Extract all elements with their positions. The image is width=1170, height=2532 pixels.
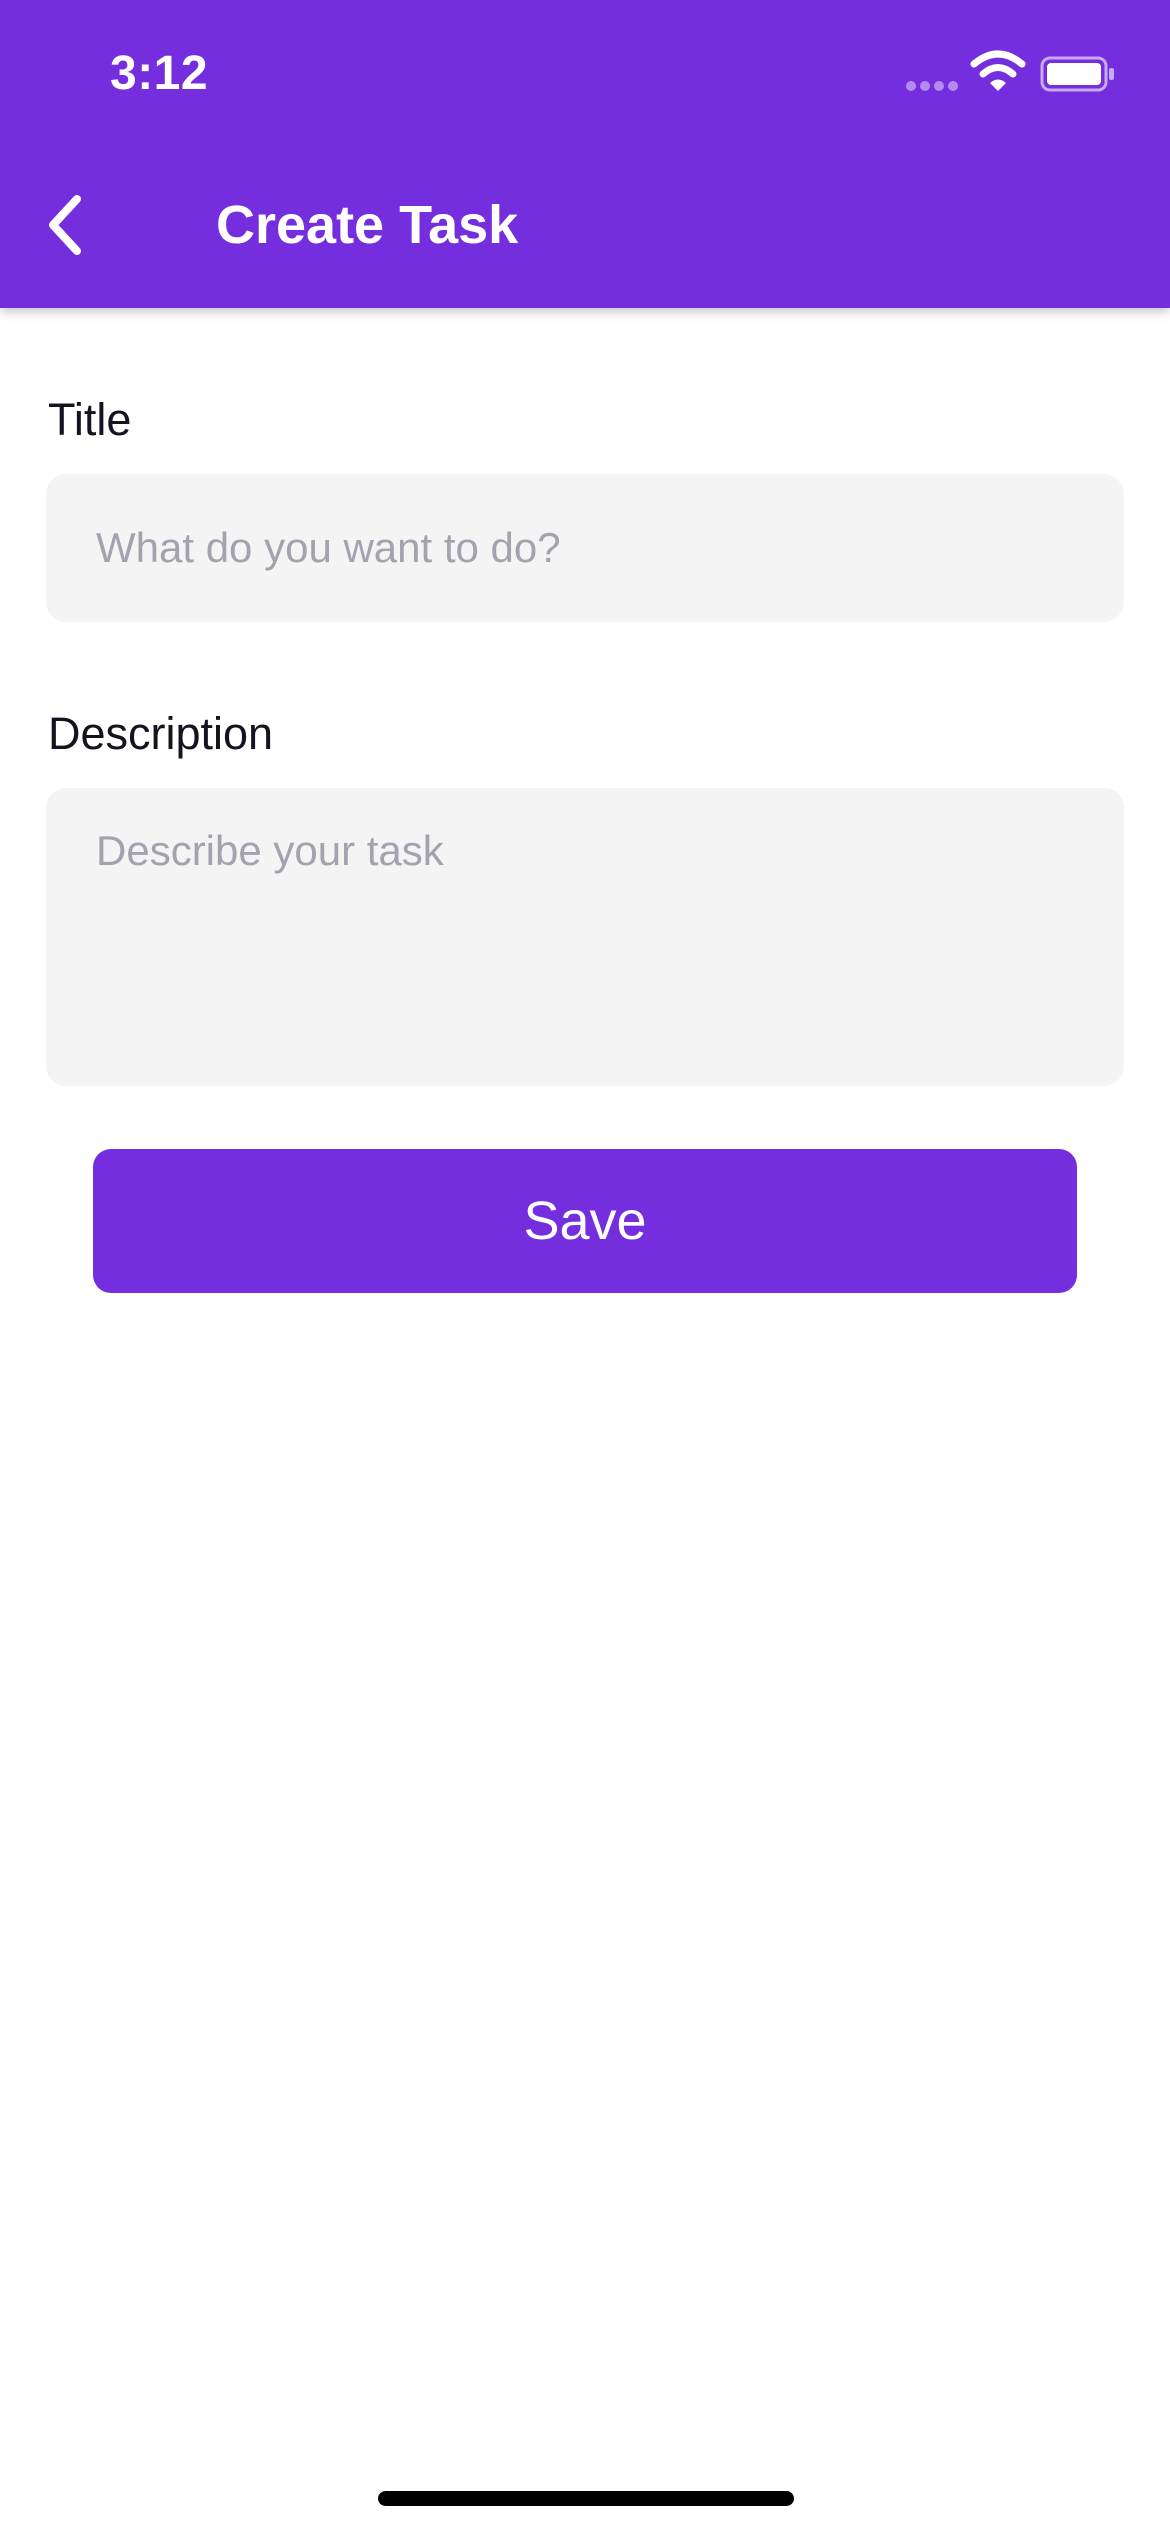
title-label: Title (48, 394, 132, 445)
title-input[interactable] (46, 474, 1124, 622)
home-indicator (378, 2491, 794, 2506)
create-task-screen: 3:12 Create Task Title Description Save (0, 0, 1170, 2532)
battery-icon (1040, 56, 1114, 92)
wifi-icon (970, 50, 1026, 91)
chevron-left-icon (49, 195, 81, 255)
back-button[interactable] (30, 180, 100, 270)
cellular-signal-icon (906, 81, 958, 91)
app-header: 3:12 Create Task (0, 0, 1170, 308)
page-title: Create Task (216, 195, 519, 255)
save-button[interactable]: Save (93, 1149, 1077, 1293)
description-label: Description (48, 708, 274, 759)
description-textarea[interactable] (46, 788, 1124, 1086)
status-time: 3:12 (110, 47, 209, 100)
